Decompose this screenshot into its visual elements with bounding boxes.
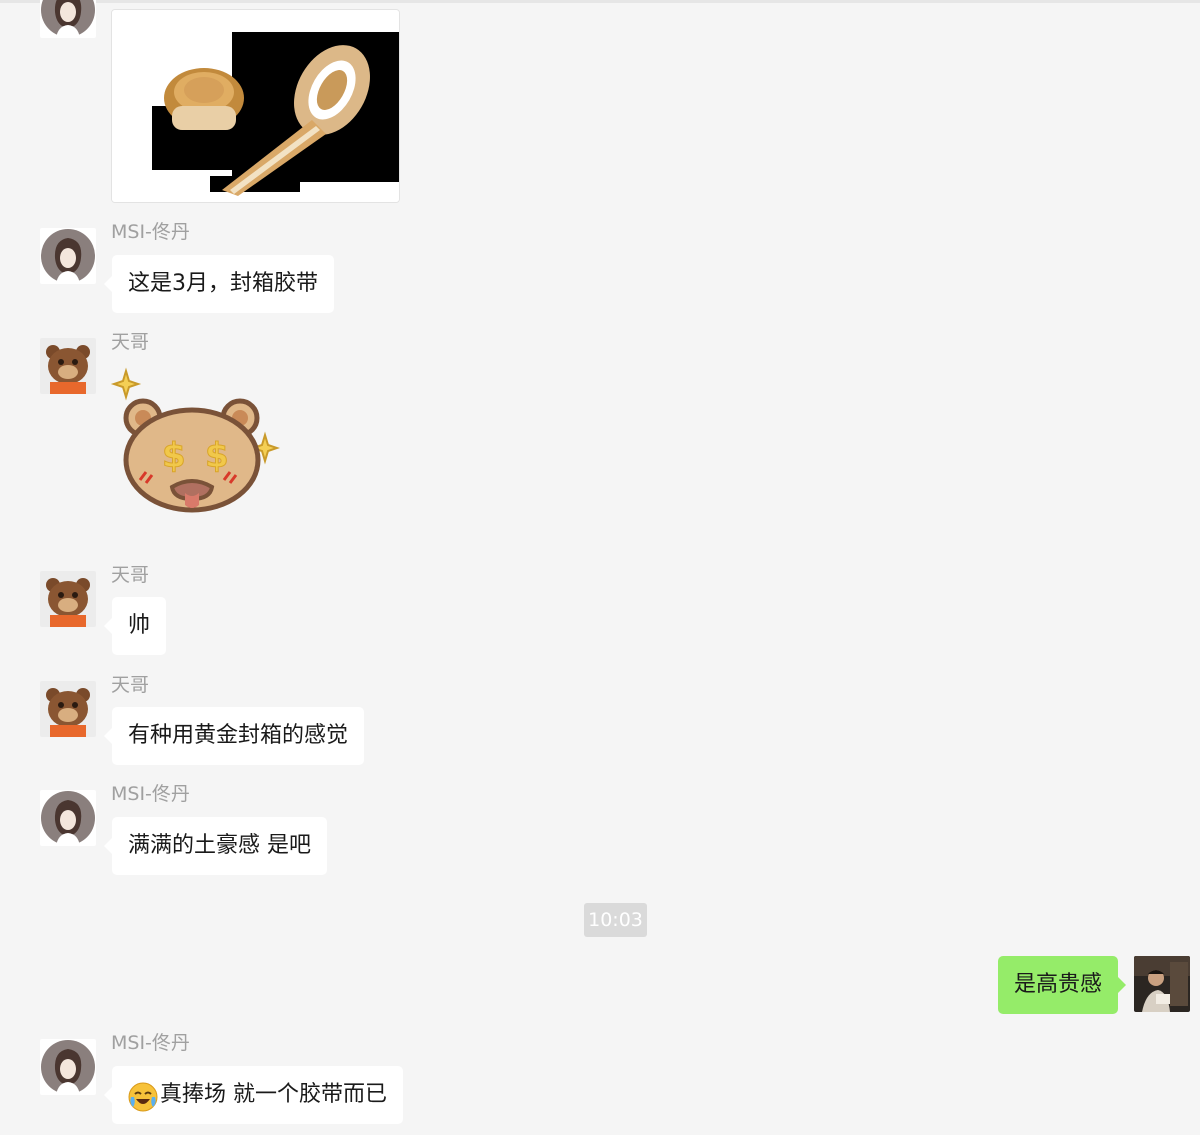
- avatar-msi-tongdan[interactable]: [40, 0, 96, 38]
- message-bubble[interactable]: 满满的土豪感 是吧: [104, 817, 327, 875]
- sender-name: MSI-佟丹: [111, 221, 190, 243]
- message-bubble[interactable]: 这是3月，封箱胶带: [104, 255, 334, 313]
- avatar-msi-tongdan[interactable]: [40, 1039, 96, 1095]
- laughing-crying-emoji: [128, 1077, 158, 1112]
- avatar-msi-tongdan[interactable]: [40, 790, 96, 846]
- avatar-self[interactable]: [1134, 956, 1190, 1012]
- outgoing-message-bubble[interactable]: 是高贵感: [997, 956, 1127, 1014]
- svg-text:$: $: [205, 436, 229, 476]
- message-bubble[interactable]: 帅: [103, 597, 167, 655]
- sender-name: 天哥: [111, 564, 150, 586]
- sender-name: 天哥: [111, 674, 150, 696]
- message-bubble[interactable]: 有种用黄金封箱的感觉: [103, 707, 365, 765]
- sender-name: MSI-佟丹: [111, 783, 190, 805]
- sender-name: 天哥: [111, 331, 150, 353]
- avatar-tiange[interactable]: [40, 338, 96, 394]
- tape-image-message[interactable]: [111, 9, 400, 203]
- avatar-tiange[interactable]: [40, 681, 96, 737]
- svg-text:$: $: [162, 436, 186, 476]
- sender-name: MSI-佟丹: [111, 1032, 190, 1054]
- message-text: 真捧场 就一个胶带而已: [160, 1082, 387, 1107]
- bear-money-sticker[interactable]: $ $: [110, 365, 281, 515]
- top-divider: [0, 0, 1200, 3]
- timestamp-divider: 10:03: [584, 903, 647, 937]
- message-bubble[interactable]: 真捧场 就一个胶带而已: [104, 1066, 403, 1124]
- avatar-tiange[interactable]: [40, 571, 96, 627]
- avatar-msi-tongdan[interactable]: [40, 228, 96, 284]
